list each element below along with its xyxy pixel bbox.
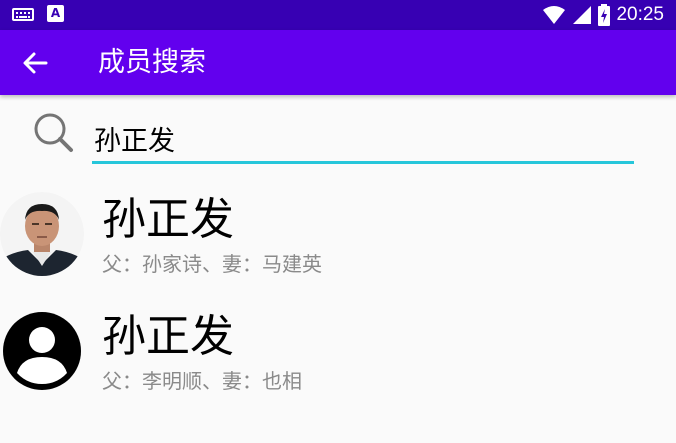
wifi-icon <box>543 6 566 24</box>
signal-icon <box>573 6 592 24</box>
search-bar <box>0 100 676 170</box>
result-relation: 父：孙家诗、妻：马建英 <box>102 252 322 276</box>
search-input[interactable] <box>92 118 634 158</box>
default-person-icon <box>3 312 81 390</box>
result-name: 孙正发 <box>102 311 234 362</box>
result-relation: 父：李明顺、妻：也相 <box>102 369 302 393</box>
system-icons: 20:25 <box>542 3 664 27</box>
list-item[interactable]: 孙正发 父：李明顺、妻：也相 <box>0 305 676 422</box>
arrow-left-icon[interactable] <box>22 50 48 76</box>
search-field <box>92 118 634 164</box>
app-notification-icon: A <box>47 5 64 22</box>
search-icon <box>34 113 73 152</box>
avatar-photo-image <box>0 192 84 276</box>
result-list: 孙正发 父：孙家诗、妻：马建英 孙正发 父：李明顺、妻：也相 <box>0 188 676 422</box>
keyboard-icon <box>12 8 34 21</box>
avatar <box>0 309 84 393</box>
status-bar: A 20:25 <box>0 0 676 30</box>
avatar <box>0 192 84 276</box>
page-title: 成员搜索 <box>98 47 206 78</box>
list-item[interactable]: 孙正发 父：孙家诗、妻：马建英 <box>0 188 676 305</box>
result-name: 孙正发 <box>102 194 234 245</box>
battery-icon <box>598 4 611 26</box>
app-bar: 成员搜索 <box>0 30 676 95</box>
clock: 20:25 <box>616 4 664 25</box>
